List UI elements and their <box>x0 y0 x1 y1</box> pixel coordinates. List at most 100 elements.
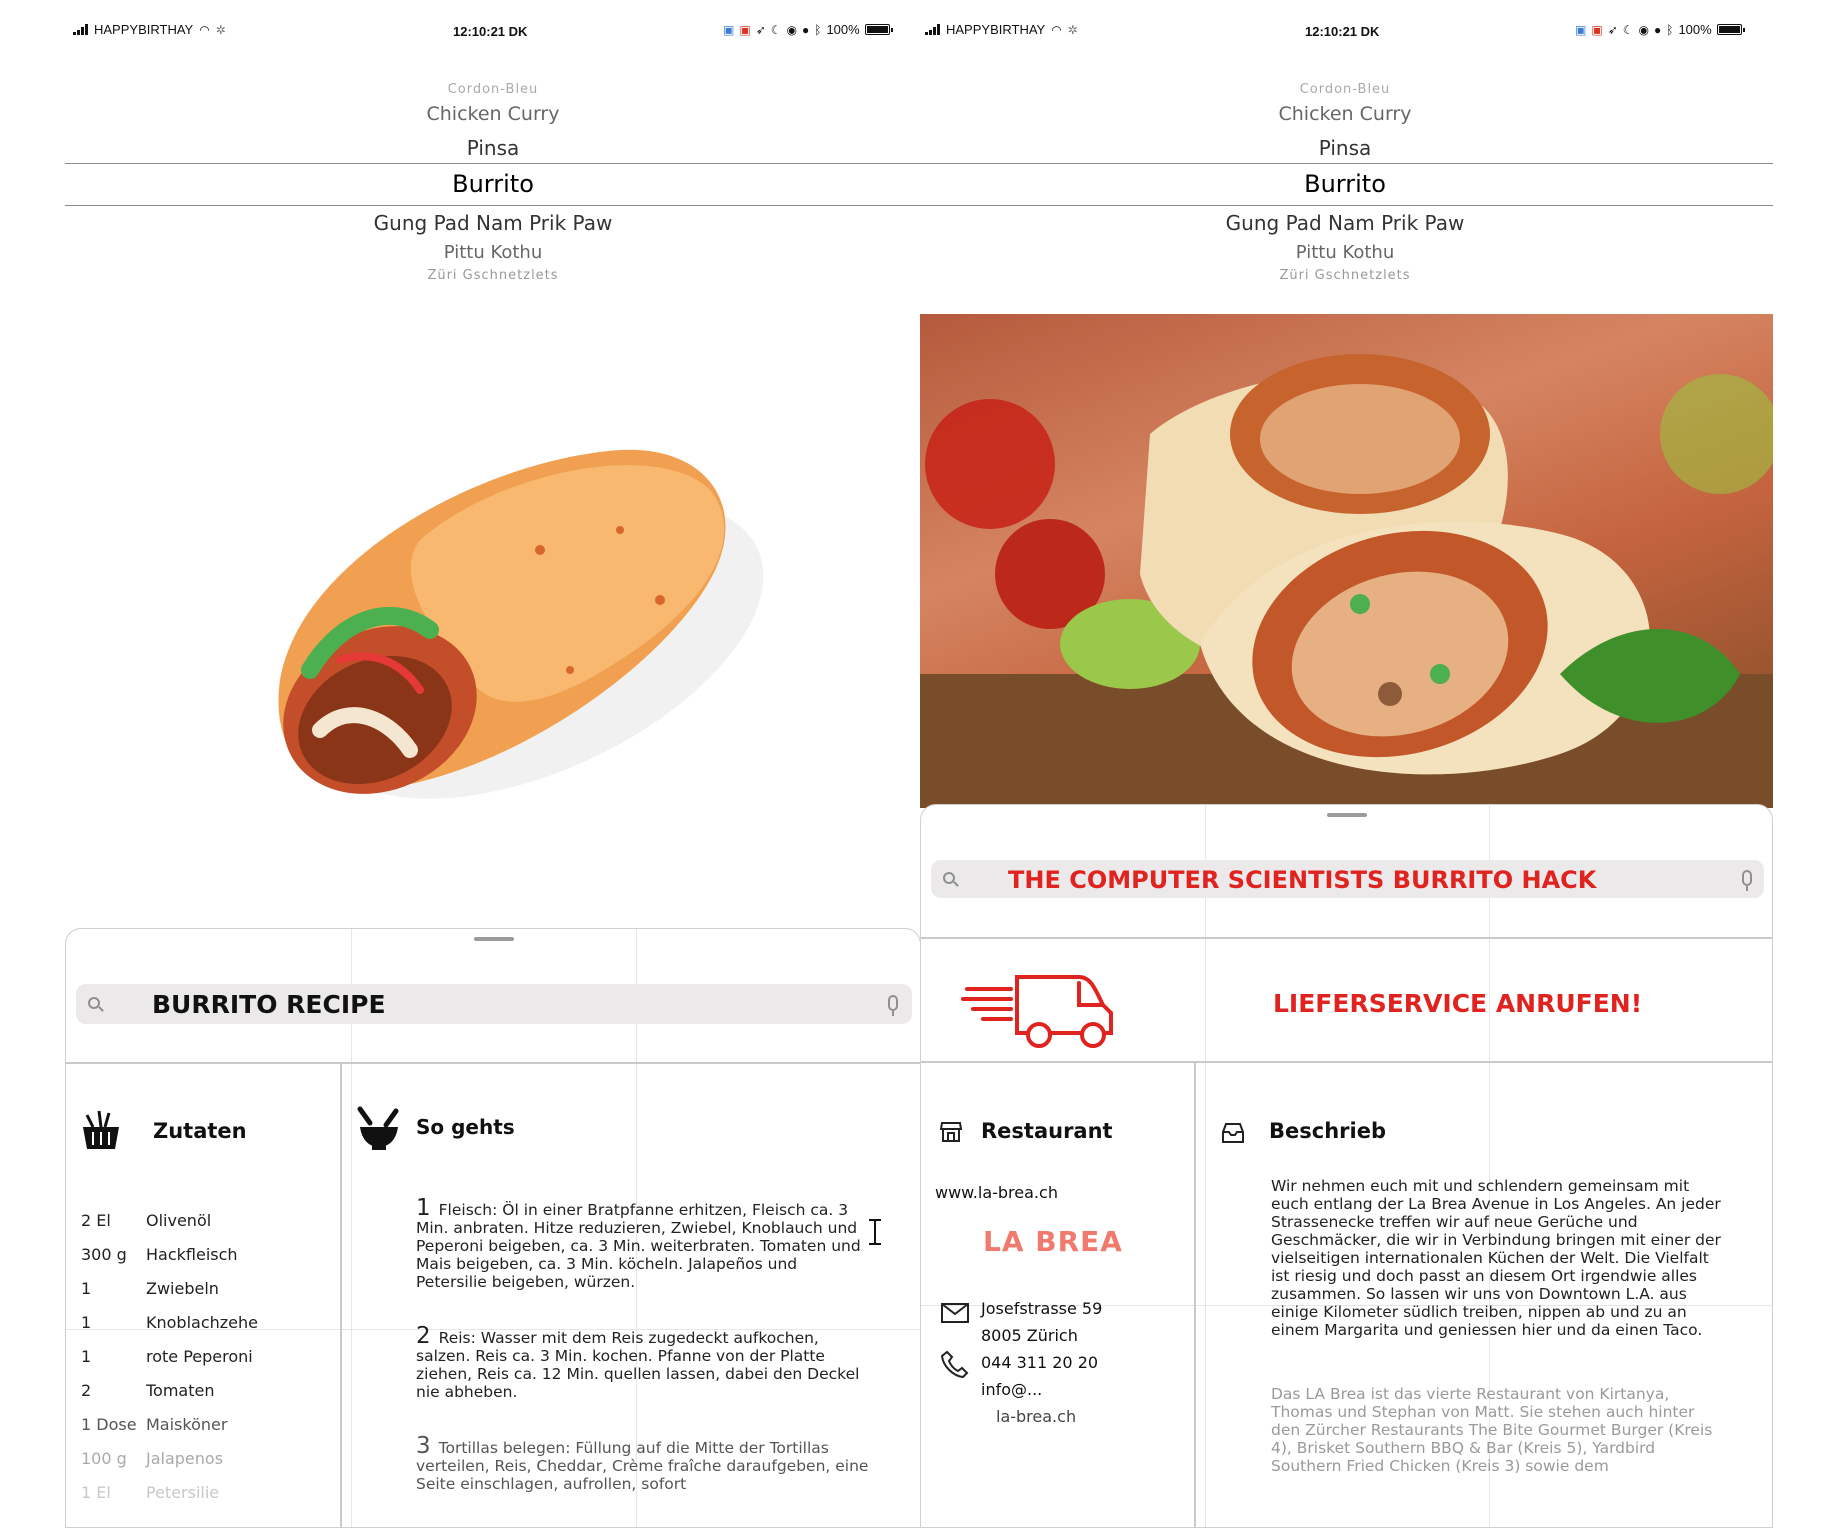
delivery-button[interactable]: LIEFERSERVICE ANRUFEN! <box>921 939 1772 1061</box>
panel-grabber[interactable] <box>1327 813 1367 817</box>
ingredient-row: 2 El Olivenöl <box>81 1211 212 1230</box>
app-icon: ▣ <box>1575 22 1587 37</box>
restaurant-name: LA BREA <box>983 1225 1123 1258</box>
picker-item[interactable]: Gung Pad Nam Prik Paw <box>73 211 913 235</box>
picker-item[interactable]: Pittu Kothu <box>925 242 1765 263</box>
column-divider <box>340 1062 342 1527</box>
picker-item[interactable]: Pinsa <box>73 136 913 160</box>
dish-picker-left[interactable]: Cordon-Bleu Chicken Curry Pinsa Burrito … <box>73 70 913 300</box>
step-3: 3 Tortillas belegen: Füllung auf die Mitt… <box>416 1433 869 1494</box>
delivery-truck-icon <box>961 975 1113 1048</box>
wifi-icon: ◠ <box>1051 22 1062 37</box>
battery-label: 100% <box>826 22 860 37</box>
battery-icon <box>1716 24 1745 35</box>
divider <box>921 1061 1772 1063</box>
restaurant-title: Restaurant <box>981 1119 1113 1143</box>
phone-icon <box>941 1350 969 1378</box>
picker-item[interactable]: Pittu Kothu <box>73 242 913 263</box>
picker-item[interactable]: Cordon-Bleu <box>73 82 913 97</box>
bluetooth-icon: ᛒ <box>1666 22 1674 37</box>
wifi-icon: ◠ <box>199 22 210 37</box>
rocket-icon: ➶ <box>1607 22 1618 37</box>
picker-item[interactable]: Züri Gschnetzlets <box>73 268 913 283</box>
alarm-icon: ● <box>1654 22 1662 37</box>
orientation-icon: ◉ <box>1638 22 1649 37</box>
rocket-icon: ➶ <box>755 22 766 37</box>
ingredient-row: 1 Dose Maisköner <box>81 1415 228 1434</box>
signal-icon <box>925 24 940 35</box>
burrito-illustration <box>278 449 764 799</box>
mic-icon[interactable] <box>1742 870 1752 891</box>
orientation-icon: ◉ <box>786 22 797 37</box>
column-divider <box>1194 1061 1196 1527</box>
archive-icon <box>1222 1123 1244 1143</box>
recipe-panel: BURRITO RECIPE Zutaten So gehts 2 El Oliv… <box>65 928 921 1528</box>
clock: 12:10:21 DK <box>1305 24 1380 39</box>
description-title: Beschrieb <box>1269 1119 1386 1143</box>
phone-number[interactable]: 044 311 20 20 <box>981 1353 1098 1372</box>
picker-item[interactable]: Cordon-Bleu <box>925 82 1765 97</box>
loading-icon: ✲ <box>1067 22 1078 37</box>
search-bar[interactable]: BURRITO RECIPE <box>76 984 912 1024</box>
website-link[interactable]: www.la-brea.ch <box>935 1183 1058 1202</box>
search-input[interactable]: BURRITO RECIPE <box>152 990 386 1019</box>
restaurant-panel: THE COMPUTER SCIENTISTS BURRITO HACK LIE… <box>920 804 1773 1528</box>
basket-icon <box>83 1110 119 1149</box>
ingredient-row: 300 g Hackfleisch <box>81 1245 238 1264</box>
ingredient-row: 1 Zwiebeln <box>81 1279 219 1298</box>
search-bar[interactable]: THE COMPUTER SCIENTISTS BURRITO HACK <box>931 860 1764 898</box>
bluetooth-icon: ᛒ <box>814 22 822 37</box>
picker-item-selected[interactable]: Burrito <box>73 170 913 198</box>
ingredient-row: 2 Tomaten <box>81 1381 215 1400</box>
step-2: 2 Reis: Wasser mit dem Reis zugedeckt auf… <box>416 1323 860 1402</box>
search-icon <box>943 872 955 884</box>
picker-item[interactable]: Chicken Curry <box>925 103 1765 125</box>
ingredient-row: 100 g Jalapenos <box>81 1449 224 1468</box>
address-line1: Josefstrasse 59 <box>981 1299 1103 1318</box>
description-paragraph-1: Wir nehmen euch mit und schlendern gemei… <box>1271 1177 1721 1339</box>
picker-item-selected[interactable]: Burrito <box>925 170 1765 198</box>
burrito-photo <box>920 314 1773 808</box>
mic-icon[interactable] <box>888 995 898 1016</box>
picker-item[interactable]: Chicken Curry <box>73 103 913 125</box>
ingredient-row: 1 Knoblachzehe <box>81 1313 258 1332</box>
search-input[interactable]: THE COMPUTER SCIENTISTS BURRITO HACK <box>1008 866 1596 894</box>
text-cursor-icon <box>869 1219 881 1245</box>
status-bar-right: HAPPYBIRTHAY ◠ ✲ 12:10:21 DK ▣ ▣ ➶ ☾ ◉ ●… <box>925 22 1775 44</box>
picker-item[interactable]: Gung Pad Nam Prik Paw <box>925 211 1765 235</box>
steps-title: So gehts <box>416 1115 515 1139</box>
battery-label: 100% <box>1678 22 1712 37</box>
carrier-label: HAPPYBIRTHAY <box>94 22 194 37</box>
panel-grabber[interactable] <box>474 937 514 941</box>
email-line1[interactable]: info@... <box>981 1380 1042 1399</box>
mail-icon <box>941 1303 969 1323</box>
clock: 12:10:21 DK <box>453 24 528 39</box>
email-line2[interactable]: la-brea.ch <box>996 1407 1076 1426</box>
gift-icon: ▣ <box>739 22 751 37</box>
picker-item[interactable]: Züri Gschnetzlets <box>925 268 1765 283</box>
burrito-photo-art <box>920 354 1773 808</box>
search-icon <box>88 997 100 1009</box>
alarm-icon: ● <box>802 22 810 37</box>
moon-icon: ☾ <box>1622 22 1634 37</box>
ingredients-title: Zutaten <box>153 1119 247 1143</box>
dish-picker-right[interactable]: Cordon-Bleu Chicken Curry Pinsa Burrito … <box>925 70 1765 300</box>
divider <box>66 1062 920 1064</box>
store-icon <box>939 1122 963 1142</box>
signal-icon <box>73 24 88 35</box>
picker-item[interactable]: Pinsa <box>925 136 1765 160</box>
ingredient-row: 1 El Petersilie <box>81 1483 220 1502</box>
ingredient-row: 1 rote Peperoni <box>81 1347 253 1366</box>
carrier-label: HAPPYBIRTHAY <box>946 22 1046 37</box>
battery-icon <box>864 24 893 35</box>
description-paragraph-2: Das LA Brea ist das vierte Restaurant vo… <box>1271 1385 1713 1475</box>
step-1: 1 Fleisch: Öl in einer Bratpfanne erhitze… <box>416 1195 861 1292</box>
status-bar-left: HAPPYBIRTHAY ◠ ✲ 12:10:21 DK ▣ ▣ ➶ ☾ ◉ ●… <box>73 22 923 44</box>
delivery-label[interactable]: LIEFERSERVICE ANRUFEN! <box>1273 989 1642 1018</box>
moon-icon: ☾ <box>770 22 782 37</box>
gift-icon: ▣ <box>1591 22 1603 37</box>
address-line2: 8005 Zürich <box>981 1326 1078 1345</box>
app-icon: ▣ <box>723 22 735 37</box>
mortar-icon <box>357 1106 399 1150</box>
loading-icon: ✲ <box>215 22 226 37</box>
